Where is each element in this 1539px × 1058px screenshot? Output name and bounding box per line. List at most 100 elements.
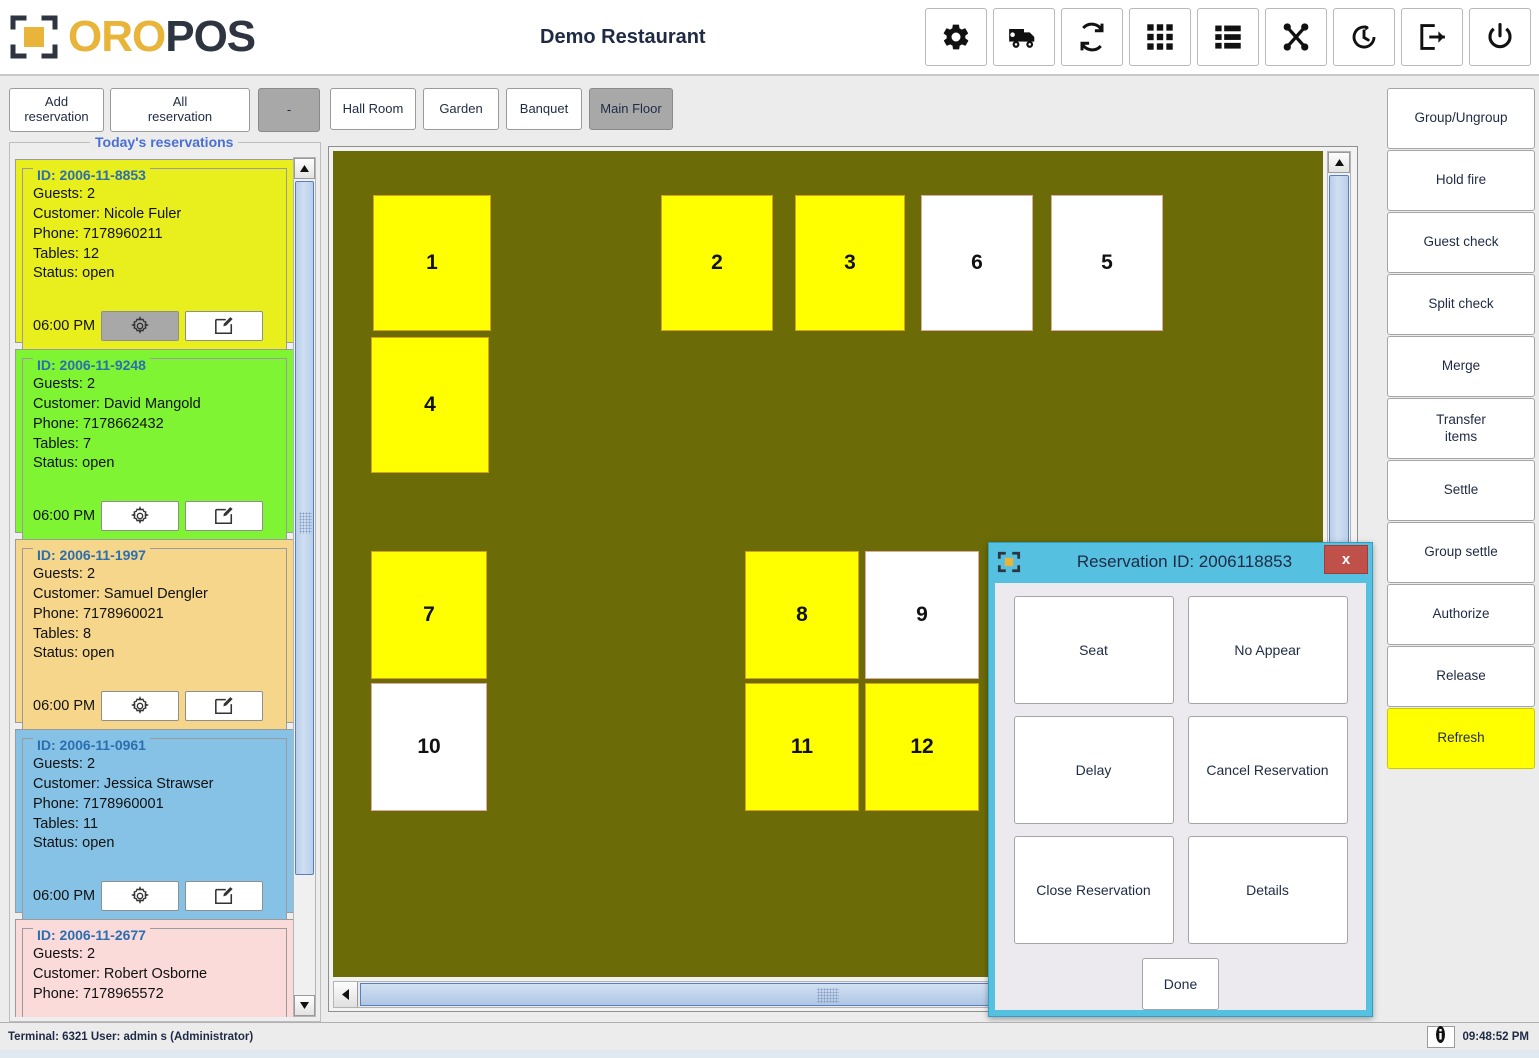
table-9[interactable]: 9 (865, 551, 979, 679)
reservation-card[interactable]: ID: 2006-11-9248 Guests: 2 Customer: David… (15, 349, 294, 540)
table-3[interactable]: 3 (795, 195, 905, 331)
scroll-up-arrow[interactable] (294, 158, 315, 179)
app-logo: OROPOS (0, 11, 256, 63)
sidebar-button-merge[interactable]: Merge (1387, 336, 1535, 397)
settings-gear-button[interactable] (925, 8, 987, 66)
sidebar-button-hold-fire[interactable]: Hold fire (1387, 150, 1535, 211)
reservation-detail: Customer: Samuel Dengler (33, 585, 208, 602)
tab-main-floor[interactable]: Main Floor (589, 88, 673, 130)
reservation-list[interactable]: ID: 2006-11-8853 Guests: 2 Customer: Nicol… (15, 159, 294, 1017)
table-6[interactable]: 6 (921, 195, 1033, 331)
delivery-truck-button[interactable] (993, 8, 1055, 66)
table-1[interactable]: 1 (373, 195, 491, 331)
tab-hall-room[interactable]: Hall Room (330, 88, 416, 130)
table-5[interactable]: 5 (1051, 195, 1163, 331)
table-4[interactable]: 4 (371, 337, 489, 473)
reservation-card-inner: ID: 2006-11-8853 Guests: 2 Customer: Nicol… (22, 167, 287, 350)
reservation-detail: Phone: 7178960001 (33, 795, 164, 812)
reservation-edit-button[interactable] (185, 501, 264, 531)
collapse-toggle-button[interactable]: - (258, 88, 320, 132)
panel-title: Today's reservations (90, 134, 239, 150)
reservation-edit-button[interactable] (185, 881, 264, 911)
sidebar-button-settle[interactable]: Settle (1387, 460, 1535, 521)
done-button[interactable]: Done (1142, 958, 1219, 1010)
sidebar-button-label: Merge (1441, 358, 1481, 374)
todays-reservations-panel: Today's reservations ID: 2006-11-8853 Gue… (9, 134, 321, 1022)
tools-wrench-button[interactable] (1265, 8, 1327, 66)
close-icon[interactable]: x (1324, 545, 1368, 574)
reservation-detail: Guests: 2 (33, 566, 96, 582)
timer-clock-button[interactable] (1333, 8, 1395, 66)
table-number: 8 (796, 603, 808, 626)
reservation-id: ID: 2006-11-0961 (33, 737, 150, 753)
logo-oro-text: ORO (68, 12, 166, 61)
status-bar: Terminal: 6321 User: admin s (Administra… (0, 1022, 1539, 1050)
reservation-list-scrollbar[interactable] (293, 157, 316, 1017)
dialog-button-no-appear[interactable]: No Appear (1187, 596, 1348, 704)
table-12[interactable]: 12 (865, 683, 979, 811)
table-10[interactable]: 10 (371, 683, 487, 811)
dialog-button-seat[interactable]: Seat (1013, 596, 1174, 704)
reservation-edit-button[interactable] (185, 311, 264, 341)
reservation-edit-button[interactable] (185, 691, 264, 721)
sidebar-button-transfer-items[interactable]: Transfer items (1387, 398, 1535, 459)
table-number: 7 (423, 603, 435, 626)
sidebar-button-label: Guest check (1423, 234, 1499, 250)
reservation-toolbar: Add reservation All reservation - Hall Roo… (0, 78, 1539, 136)
sidebar-button-release[interactable]: Release (1387, 646, 1535, 707)
reservation-detail: Tables: 7 (33, 435, 92, 452)
reservation-settings-button[interactable] (101, 881, 180, 911)
table-2[interactable]: 2 (661, 195, 773, 331)
list-view-icon (1214, 23, 1242, 51)
reservation-detail: Guests: 2 (33, 946, 96, 962)
table-11[interactable]: 11 (745, 683, 859, 811)
scroll-down-arrow[interactable] (294, 995, 315, 1016)
dialog-titlebar: Reservation ID: 2006118853 x (989, 543, 1372, 581)
floor-scroll-up-arrow[interactable] (1328, 152, 1350, 173)
scroll-thumb[interactable] (295, 181, 314, 875)
add-reservation-line2: reservation (24, 109, 89, 124)
reservation-detail: Status: open (33, 645, 115, 662)
logout-exit-button[interactable] (1401, 8, 1463, 66)
reservation-settings-button[interactable] (101, 501, 180, 531)
table-8[interactable]: 8 (745, 551, 859, 679)
dialog-button-cancel-reservation[interactable]: Cancel Reservation (1187, 716, 1348, 824)
reservation-card[interactable]: ID: 2006-11-0961 Guests: 2 Customer: Jessi… (15, 729, 294, 920)
all-reservation-button[interactable]: All reservation (110, 88, 250, 132)
dialog-button-delay[interactable]: Delay (1013, 716, 1174, 824)
reservation-detail: Tables: 8 (33, 625, 92, 642)
sidebar-button-group-ungroup[interactable]: Group/Ungroup (1387, 88, 1535, 149)
sidebar-button-split-check[interactable]: Split check (1387, 274, 1535, 335)
power-button[interactable] (1469, 8, 1531, 66)
sidebar-button-group-settle[interactable]: Group settle (1387, 522, 1535, 583)
add-reservation-line1: Add (44, 94, 69, 110)
action-sidebar: Group/Ungroup Hold fire Guest check Split c… (1387, 88, 1535, 770)
reservation-settings-button[interactable] (101, 691, 180, 721)
reservation-card-inner: ID: 2006-11-9248 Guests: 2 Customer: David… (22, 357, 287, 540)
tab-garden[interactable]: Garden (423, 88, 499, 130)
status-right-group: 09:48:52 PM (1426, 1025, 1539, 1048)
reservation-card[interactable]: ID: 2006-11-2677 Guests: 2 Customer: Rober… (15, 919, 294, 1017)
add-reservation-button[interactable]: Add reservation (9, 88, 104, 132)
list-view-button[interactable] (1197, 8, 1259, 66)
reservation-detail: Guests: 2 (33, 186, 96, 202)
reservation-settings-button[interactable] (101, 311, 180, 341)
sidebar-button-authorize[interactable]: Authorize (1387, 584, 1535, 645)
sidebar-button-label: Transfer items (1436, 412, 1486, 444)
reservation-card-inner: ID: 2006-11-0961 Guests: 2 Customer: Jessi… (22, 737, 287, 920)
floor-scroll-left-arrow[interactable] (334, 982, 358, 1007)
dialog-button-close-reservation[interactable]: Close Reservation (1013, 836, 1174, 944)
table-7[interactable]: 7 (371, 551, 487, 679)
reservation-card-footer: 06:00 PM (33, 501, 278, 531)
grid-apps-button[interactable] (1129, 8, 1191, 66)
reservation-card[interactable]: ID: 2006-11-8853 Guests: 2 Customer: Nicol… (15, 159, 294, 350)
sidebar-button-refresh[interactable]: Refresh (1387, 708, 1535, 769)
reservation-id: ID: 2006-11-9248 (33, 357, 150, 373)
reservation-card[interactable]: ID: 2006-11-1997 Guests: 2 Customer: Samue… (15, 539, 294, 730)
tab-banquet[interactable]: Banquet (506, 88, 582, 130)
info-button[interactable] (1426, 1025, 1455, 1048)
dialog-button-details[interactable]: Details (1187, 836, 1348, 944)
reservation-dialog: Reservation ID: 2006118853 x Seat No Appe… (988, 542, 1373, 1017)
refresh-sync-button[interactable] (1061, 8, 1123, 66)
sidebar-button-guest-check[interactable]: Guest check (1387, 212, 1535, 273)
